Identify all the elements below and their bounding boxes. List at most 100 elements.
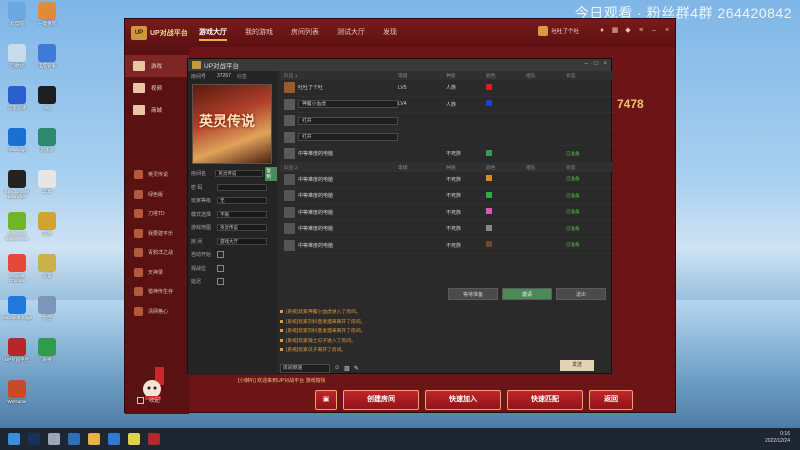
setting-field[interactable]: 不限 (217, 210, 267, 218)
nav-tab-my-games[interactable]: 我的游戏 (245, 25, 273, 41)
sidebar-game-item[interactable]: 刀塔TD (125, 204, 189, 224)
player-color[interactable] (486, 149, 526, 158)
clock[interactable]: 0:16 2022/12/24 (765, 431, 790, 445)
brush-icon[interactable]: ✎ (354, 365, 359, 372)
chat-channel-select[interactable]: 房间频道 (280, 363, 330, 373)
sidebar-label: 视频 (151, 86, 163, 92)
player-level: LV5 (398, 84, 407, 91)
desktop-icon[interactable]: 回收站 (2, 44, 32, 68)
nav-tab-discover[interactable]: 发现 (383, 25, 397, 41)
desktop-icon-label: NewEdge (7, 147, 27, 152)
setting-checkbox[interactable] (217, 278, 224, 286)
invite-button[interactable]: 邀请 (502, 288, 552, 300)
menu-icon[interactable]: ≡ (637, 27, 645, 35)
send-button[interactable]: 发送 (560, 360, 594, 371)
close-icon[interactable]: × (603, 61, 607, 67)
desktop-icon[interactable]: 工具 (32, 170, 62, 194)
sidebar-game-item[interactable]: 猎神传生存 (125, 282, 189, 302)
edge-icon[interactable] (108, 433, 120, 445)
player-color[interactable] (486, 191, 526, 200)
exit-room-button[interactable]: 退出 (556, 288, 606, 300)
task-view-icon[interactable] (48, 433, 60, 445)
setting-field[interactable]: 英灵传说 (215, 170, 263, 178)
desktop-icon[interactable]: 设置 (32, 254, 62, 278)
collapse-sidebar-button[interactable]: 收起 (137, 396, 160, 404)
setting-field[interactable] (217, 183, 267, 191)
nav-tab-lobby[interactable]: 游戏大厅 (199, 25, 227, 41)
player-color[interactable] (486, 241, 526, 249)
setting-label: 房 间 (191, 238, 203, 245)
up-platform-taskbar-icon[interactable] (148, 433, 160, 445)
setting-label: 自动开始 (191, 252, 212, 259)
copy-button[interactable]: 复制 (264, 166, 277, 181)
start-icon[interactable] (8, 433, 20, 445)
sidebar-item-shop[interactable]: 商城 (125, 99, 189, 121)
desktop-icon[interactable]: 电脑管家 (32, 44, 62, 68)
wait-ready-button[interactable]: 等待准备 (448, 288, 498, 300)
desktop-icon[interactable]: 此电脑 (2, 2, 32, 26)
minimize-icon[interactable]: – (585, 61, 588, 67)
player-color[interactable] (486, 224, 526, 233)
grid-icon[interactable]: ▦ (611, 27, 619, 35)
clock-date: 2022/12/24 (764, 438, 790, 444)
desktop-icon-label: 迅雷加速 (8, 105, 26, 110)
player-color[interactable] (486, 100, 526, 108)
sidebar-game-item[interactable]: 清网格心 (125, 302, 189, 322)
slot-select[interactable]: 神露小血虎 (298, 100, 398, 109)
close-icon[interactable]: × (663, 27, 671, 35)
folder-icon[interactable] (88, 433, 100, 445)
sidebar-game-item[interactable]: 英灵传说 (125, 165, 189, 185)
nav-tab-test-lobby[interactable]: 测试大厅 (337, 25, 365, 41)
search-icon[interactable] (68, 433, 80, 445)
desktop-icon[interactable]: 一键重装 (32, 2, 62, 26)
chat-text: [系统]玩家骑士瓜子进入了房间。 (286, 338, 356, 344)
back-button[interactable]: 返回 (589, 390, 633, 410)
sidebar-item-video[interactable]: 视频 (125, 77, 189, 99)
desktop-icon[interactable]: 表格 (32, 338, 62, 362)
maximize-icon[interactable]: □ (594, 61, 598, 67)
setting-checkbox[interactable] (217, 264, 224, 272)
player-color[interactable] (486, 175, 526, 183)
desktop-icon[interactable]: WeGame (2, 380, 32, 404)
quick-join-button[interactable]: 快速加入 (425, 390, 501, 410)
desktop-icon[interactable]: 迅雷加速 (2, 86, 32, 110)
player-color[interactable] (486, 208, 526, 216)
desktop-icon[interactable]: 文档 (32, 296, 62, 320)
gift-icon[interactable]: ♦ (598, 27, 606, 35)
create-room-button[interactable]: 创建房间 (343, 390, 419, 410)
username[interactable]: 吐吐了个吐 (551, 27, 579, 35)
minimize-icon[interactable]: – (650, 27, 658, 35)
chrome-icon[interactable] (128, 433, 140, 445)
quick-match-button[interactable]: 快速匹配 (507, 390, 583, 410)
desktop-icon[interactable]: UP对战平台 (2, 338, 32, 362)
room-info-pane: 房间号 37267 标签 英灵传说 房间名 英灵传说 复制密 码玩家等级无模式选择不… (188, 71, 277, 375)
desktop-icon[interactable]: Google Chrome (2, 254, 32, 283)
sidebar-game-item[interactable]: 青鸦洋之战 (125, 243, 189, 263)
player-color[interactable] (486, 83, 526, 92)
sidebar-game-item[interactable]: 绿色版 (125, 185, 189, 205)
desktop-icon[interactable]: Epic Games Launcher (2, 170, 32, 199)
emoji-icon[interactable]: ☺ (334, 365, 340, 371)
steam-icon[interactable] (28, 433, 40, 445)
shirt-icon[interactable]: ◆ (624, 27, 632, 35)
desktop-icon[interactable]: GeForce Experience (2, 212, 32, 241)
sidebar-item-games[interactable]: 游戏 (125, 55, 189, 77)
setting-field[interactable]: 无 (217, 197, 267, 205)
desktop-icon-label: Microsoft Edge (2, 315, 33, 320)
desktop-icon[interactable]: QQ (32, 86, 62, 110)
image-icon[interactable]: ▧ (344, 365, 350, 372)
sidebar-game-item[interactable]: 我要建平乐 (125, 224, 189, 244)
slot-select[interactable]: 打开 (298, 133, 398, 142)
sidebar-game-item[interactable]: 天神录 (125, 263, 189, 283)
desktop-icon[interactable]: 加速器 (32, 128, 62, 152)
desktop-icon[interactable]: 游戏 (32, 212, 62, 236)
nav-tab-room-list[interactable]: 房间列表 (291, 25, 319, 41)
slot-select[interactable]: 打开 (298, 116, 398, 125)
desktop-icon[interactable]: Microsoft Edge (2, 296, 32, 320)
setting-checkbox[interactable] (217, 251, 224, 259)
home-icon[interactable]: ▣ (315, 390, 337, 410)
player-name: 中等难度的电脑 (298, 209, 334, 216)
user-avatar[interactable] (538, 26, 549, 36)
desktop-icon[interactable]: NewEdge (2, 128, 32, 152)
app-icon (38, 254, 56, 272)
